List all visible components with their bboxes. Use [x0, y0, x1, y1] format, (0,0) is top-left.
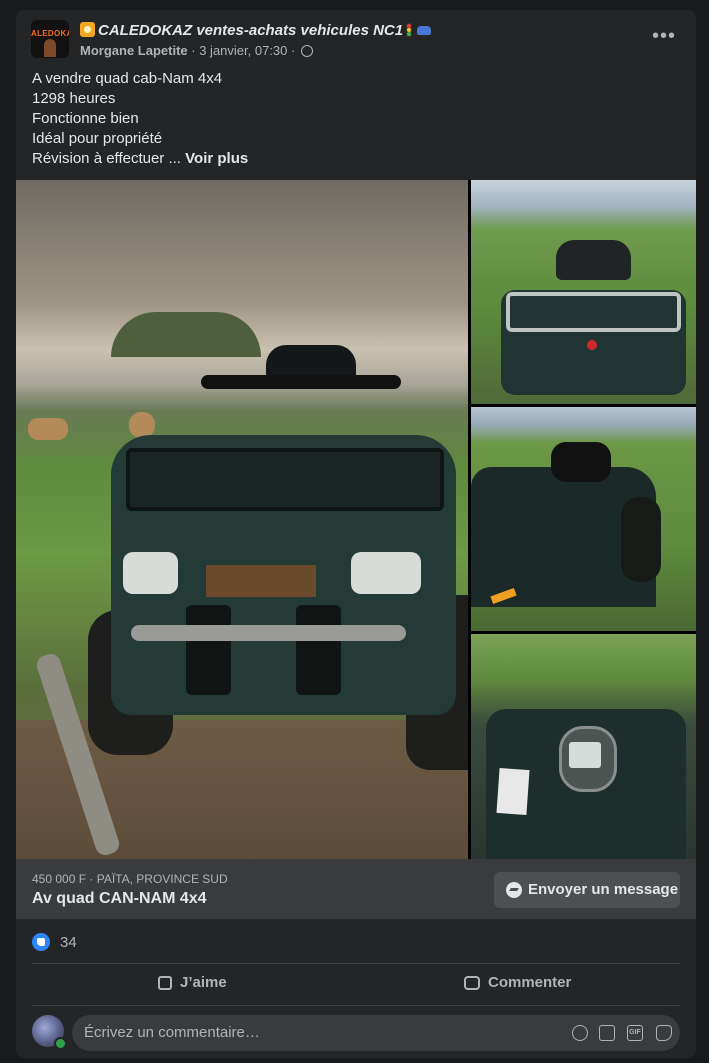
- quad-headlight: [351, 552, 421, 594]
- quad-tail-light: [587, 340, 597, 350]
- like-label: J’aime: [180, 974, 227, 991]
- post-actions: J’aime Commenter: [32, 965, 680, 1003]
- comment-button-content: Commenter: [464, 974, 571, 991]
- camera-icon[interactable]: [599, 1025, 615, 1041]
- gif-icon[interactable]: GIF: [627, 1025, 643, 1041]
- divider: [32, 1005, 680, 1006]
- traffic-light-icon: [406, 23, 413, 37]
- photo-quad-rear[interactable]: [471, 180, 696, 404]
- quad-seat: [556, 240, 631, 280]
- comment-input[interactable]: Écrivez un commentaire… GIF: [72, 1015, 680, 1051]
- comment-placeholder: Écrivez un commentaire…: [84, 1024, 260, 1041]
- emoji-icon[interactable]: [572, 1025, 588, 1041]
- messenger-icon: [506, 882, 522, 898]
- group-name-line: CALEDOKAZ ventes-achats vehicules NC1: [80, 22, 640, 42]
- quad-gauge-screen: [569, 742, 601, 768]
- quad-wheel: [621, 497, 661, 582]
- like-reaction-icon: [32, 933, 50, 951]
- globe-icon[interactable]: [301, 45, 313, 57]
- photo-quad-side[interactable]: [471, 407, 696, 631]
- post-text-line: Révision à effectuer ...: [32, 150, 181, 167]
- quad-rack: [506, 292, 681, 332]
- sticker-icon[interactable]: [656, 1025, 672, 1041]
- quad-seat: [551, 442, 611, 482]
- quad-guard: [186, 605, 231, 695]
- quad-sticker: [496, 768, 530, 815]
- group-logo-text: ALEDOKA: [31, 29, 69, 38]
- quad-bumper: [131, 625, 406, 641]
- send-message-button[interactable]: Envoyer un message: [494, 872, 680, 908]
- reaction-count: 34: [60, 934, 77, 951]
- post-header: ALEDOKA CALEDOKAZ ventes-achats vehicule…: [16, 10, 696, 66]
- listing-price-location: 450 000 F · PAÏTA, PROVINCE SUD: [32, 872, 228, 886]
- photo-hill: [111, 312, 261, 357]
- post-timestamp[interactable]: 3 janvier, 07:30: [199, 43, 287, 58]
- thumbs-up-icon: [158, 976, 172, 990]
- see-more-link[interactable]: Voir plus: [185, 150, 248, 167]
- group-avatar[interactable]: ALEDOKA: [31, 20, 69, 58]
- like-button[interactable]: J’aime: [32, 965, 356, 1003]
- post-text-line: 1298 heures: [32, 90, 116, 107]
- photo-dog: [28, 418, 68, 440]
- photo-main-quad-front[interactable]: [16, 180, 468, 859]
- listing-title[interactable]: Av quad CAN-NAM 4x4: [32, 890, 207, 908]
- photo-grid: [16, 180, 696, 859]
- quad-handlebars: [201, 375, 401, 389]
- post-meta: Morgane Lapetite · 3 janvier, 07:30 ·: [80, 43, 313, 58]
- meta-separator: ·: [191, 43, 196, 58]
- post-text-line: Fonctionne bien: [32, 110, 139, 127]
- quad-headlight: [123, 552, 178, 594]
- author-link[interactable]: Morgane Lapetite: [80, 43, 188, 58]
- post-text-line: A vendre quad cab-Nam 4x4: [32, 70, 223, 87]
- quad-grille: [206, 565, 316, 597]
- comment-label: Commenter: [488, 974, 572, 991]
- comment-bubble-icon: [464, 976, 480, 990]
- group-name-link[interactable]: CALEDOKAZ ventes-achats vehicules NC1: [98, 22, 403, 39]
- post-text-line: Idéal pour propriété: [32, 130, 163, 147]
- divider: [32, 963, 680, 964]
- car-icon: [417, 26, 432, 35]
- like-button-content: J’aime: [158, 974, 227, 991]
- marketplace-listing[interactable]: 450 000 F · PAÏTA, PROVINCE SUD Av quad …: [16, 859, 696, 919]
- more-options-button[interactable]: •••: [652, 26, 676, 50]
- comment-composer: Écrivez un commentaire… GIF: [32, 1015, 680, 1051]
- quad-guard: [296, 605, 341, 695]
- post-card: ALEDOKA CALEDOKAZ ventes-achats vehicule…: [16, 10, 696, 1058]
- online-status-dot: [54, 1037, 67, 1050]
- send-message-label: Envoyer un message: [528, 881, 679, 898]
- comment-button[interactable]: Commenter: [356, 965, 680, 1003]
- post-text: A vendre quad cab-Nam 4x4 1298 heures Fo…: [32, 69, 672, 169]
- logo-figure: [44, 39, 56, 57]
- meta-separator-2: ·: [291, 43, 296, 58]
- photo-quad-dashboard[interactable]: [471, 634, 696, 859]
- sun-emoji-icon: [80, 22, 95, 37]
- quad-rack: [126, 448, 444, 511]
- post-text-last-line: Révision à effectuer ... Voir plus: [32, 149, 672, 169]
